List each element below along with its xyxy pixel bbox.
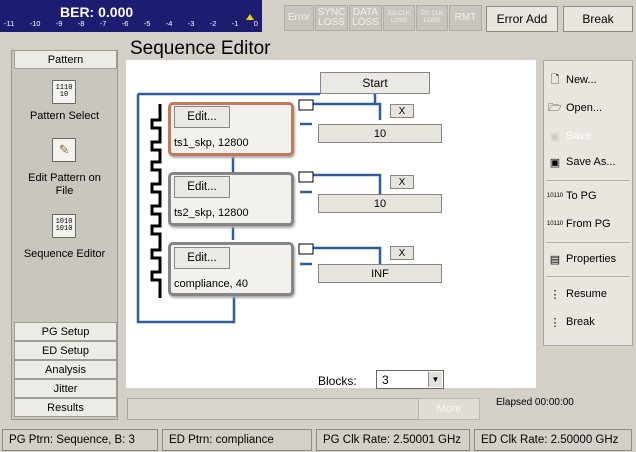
open-button[interactable]: 🗁 Open... <box>548 101 602 115</box>
block-name: compliance, 40 <box>174 278 248 290</box>
break-label: Break <box>566 316 595 328</box>
save-as-button[interactable]: ▣ Save As... <box>548 155 616 169</box>
pg-pattern-status: PG Ptrn: Sequence, B: 3 <box>2 429 158 451</box>
pg-clock-rate: PG Clk Rate: 2.50001 GHz <box>316 429 470 451</box>
loop-count-field[interactable]: INF <box>318 264 442 283</box>
blocks-label: Blocks: <box>318 374 357 388</box>
block-name: ts1_skp, 12800 <box>174 137 249 149</box>
new-label: New... <box>566 74 597 86</box>
resume-icon: ⋮ <box>549 288 561 301</box>
save-icon: ▣ <box>549 130 561 143</box>
start-button[interactable]: Start <box>320 72 430 94</box>
to-pg-icon: 10110 <box>546 193 564 199</box>
blocks-count-value: 3 <box>382 373 389 387</box>
to-pg-label: To PG <box>566 190 597 202</box>
blocks-count-select[interactable]: 3 ▼ <box>376 370 444 389</box>
break-icon: ⋮ <box>549 316 561 329</box>
from-pg-icon: 10110 <box>546 221 564 227</box>
block-edit-button[interactable]: Edit... <box>174 176 230 198</box>
block-name: ts2_skp, 12800 <box>174 207 249 219</box>
ed-pattern-status: ED Ptrn: compliance <box>162 429 312 451</box>
more-button[interactable]: More <box>418 398 480 420</box>
open-folder-icon: 🗁 <box>548 101 562 114</box>
save-as-label: Save As... <box>566 156 616 168</box>
open-label: Open... <box>566 102 603 114</box>
loop-count-field[interactable]: 10 <box>318 124 442 143</box>
block-close-button[interactable]: X <box>390 104 414 118</box>
save-button[interactable]: ▣ Save <box>548 129 591 143</box>
progress-bar <box>127 398 423 420</box>
block-edit-button[interactable]: Edit... <box>174 106 230 128</box>
properties-label: Properties <box>566 253 617 265</box>
elapsed-time: Elapsed 00:00:00 <box>496 397 574 408</box>
break-sequence-button[interactable]: ⋮ Break <box>548 315 595 329</box>
to-pg-button[interactable]: 10110 To PG <box>546 189 597 203</box>
chevron-down-icon[interactable]: ▼ <box>428 372 442 387</box>
from-pg-label: From PG <box>566 218 611 230</box>
loop-count-field[interactable]: 10 <box>318 194 442 213</box>
resume-label: Resume <box>566 288 607 300</box>
resume-button[interactable]: ⋮ Resume <box>548 287 607 301</box>
divider <box>546 180 630 181</box>
save-label: Save <box>566 130 592 142</box>
divider <box>546 276 630 277</box>
divider <box>546 242 630 243</box>
properties-icon: ▤ <box>549 253 561 266</box>
new-button[interactable]: 🗋 New... <box>548 73 597 87</box>
block-close-button[interactable]: X <box>390 246 414 260</box>
new-file-icon: 🗋 <box>550 73 560 86</box>
block-edit-button[interactable]: Edit... <box>174 247 230 269</box>
from-pg-button[interactable]: 10110 From PG <box>546 217 611 231</box>
properties-button[interactable]: ▤ Properties <box>548 252 616 266</box>
status-bar: PG Ptrn: Sequence, B: 3 ED Ptrn: complia… <box>0 427 636 452</box>
ed-clock-rate: ED Clk Rate: 2.50000 GHz <box>474 429 632 451</box>
block-close-button[interactable]: X <box>390 175 414 189</box>
save-as-icon: ▣ <box>549 156 561 169</box>
